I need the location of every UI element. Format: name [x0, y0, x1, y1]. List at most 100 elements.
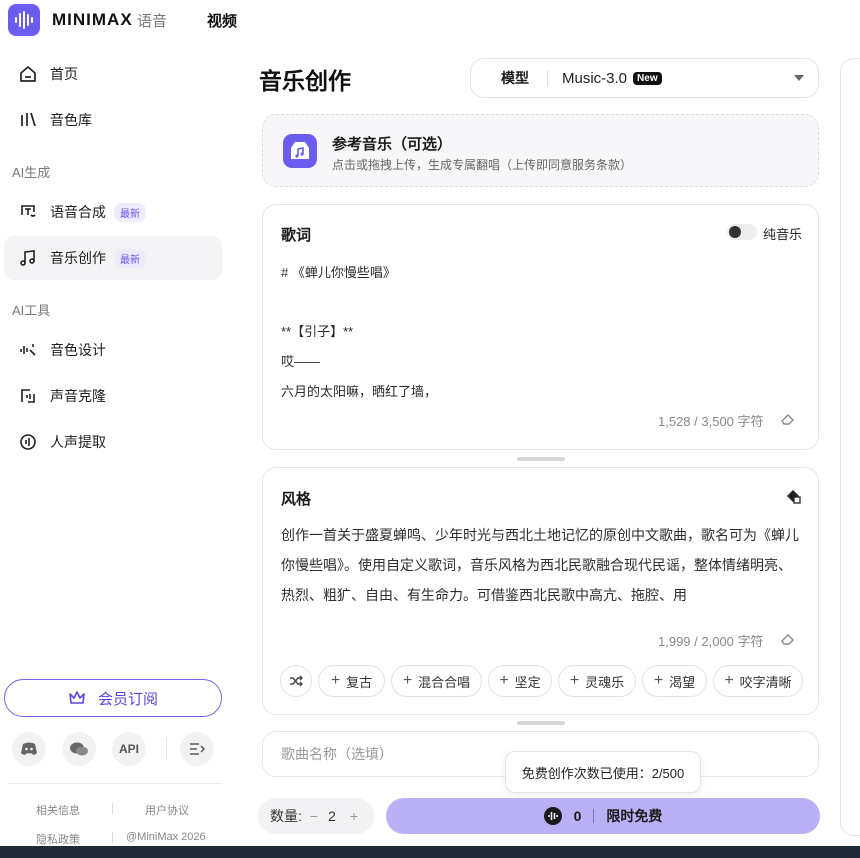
plus-icon: + [653, 672, 664, 689]
style-chip[interactable]: + 咬字清晰 [713, 665, 803, 697]
style-chip[interactable]: + 复古 [318, 665, 385, 697]
generate-label: 限时免费 [606, 808, 663, 824]
style-chip[interactable]: + 坚定 [488, 665, 552, 697]
chevron-down-icon [794, 75, 804, 81]
new-badge: New [633, 71, 662, 85]
voice-clone-icon [18, 386, 38, 406]
sidebar-item-home[interactable]: 首页 [4, 52, 222, 96]
style-chip[interactable]: + 灵魂乐 [558, 665, 636, 697]
divider [8, 783, 222, 784]
reference-music-upload[interactable]: 参考音乐（可选） 点击或拖拽上传，生成专属翻唱（上传即同意服务条款） [262, 114, 819, 187]
sidebar-item-voice-clone[interactable]: 声音克隆 [4, 374, 222, 418]
chip-label: 灵魂乐 [585, 674, 625, 690]
right-panel [840, 58, 860, 836]
sidebar-item-label: 首页 [50, 66, 78, 82]
brand-name: MINIMAX [52, 10, 133, 29]
lyric-line: **【引子】** [281, 324, 354, 339]
nav-speech[interactable]: 语音 [137, 10, 167, 31]
plus-icon: + [569, 672, 580, 689]
api-button[interactable]: API [112, 732, 146, 766]
page-title: 音乐创作 [259, 68, 351, 94]
privacy-policy-link[interactable]: 隐私政策 [36, 831, 80, 847]
style-chip[interactable]: + 渴望 [642, 665, 707, 697]
discord-icon[interactable] [12, 732, 46, 766]
sidebar-item-label: 音乐创作 [50, 250, 106, 266]
quantity-minus-button[interactable]: − [310, 808, 318, 824]
plus-icon: + [499, 672, 509, 689]
copyright: @MiniMax 2026 [126, 831, 206, 843]
voice-library-icon [18, 110, 38, 130]
wechat-icon[interactable] [62, 732, 96, 766]
credit-count: 0 [573, 808, 582, 824]
resize-handle[interactable] [517, 721, 565, 725]
divider [112, 832, 113, 843]
taskbar [0, 846, 860, 858]
sidebar-item-voice-library[interactable]: 音色库 [4, 98, 222, 142]
sidebar-item-label: 音色设计 [50, 342, 106, 358]
eraser-icon[interactable] [781, 412, 795, 430]
sidebar-item-speech-synthesis[interactable]: 语音合成 最新 [4, 190, 222, 234]
upload-subtitle: 点击或拖拽上传，生成专属翻唱（上传即同意服务条款） [332, 158, 633, 172]
plus-icon: + [724, 672, 734, 689]
nav-video[interactable]: 视频 [207, 10, 237, 31]
sidebar-item-label: 声音克隆 [50, 388, 106, 404]
quantity-label: 数量: [270, 808, 302, 824]
chip-label: 咬字清晰 [739, 674, 792, 690]
section-ai-tools: AI工具 [12, 303, 51, 318]
lyric-line: 六月的太阳嘛，晒红了墙， [281, 384, 438, 399]
home-icon [18, 64, 38, 84]
new-badge: 最新 [114, 202, 146, 222]
related-info-link[interactable]: 相关信息 [36, 802, 80, 818]
sidebar-item-label: 人声提取 [50, 434, 106, 450]
minimax-logo-icon[interactable] [8, 4, 40, 36]
style-title: 风格 [281, 491, 312, 508]
instrumental-label: 纯音乐 [763, 227, 803, 242]
lyric-line: # 《蝉儿你慢些唱》 [281, 265, 396, 280]
waveform-icon [543, 807, 562, 825]
lyric-line: 哎—— [281, 354, 321, 369]
model-select[interactable]: 模型 Music-3.0 New [470, 58, 819, 98]
vip-subscribe-button[interactable]: 会员订阅 [4, 679, 222, 717]
lyrics-char-counter: 1,528 / 3,500 字符 [658, 414, 764, 429]
chip-label: 坚定 [514, 674, 541, 690]
chip-label: 混合合唱 [418, 674, 471, 690]
eraser-icon[interactable] [781, 632, 795, 650]
vocal-extract-icon [18, 432, 38, 452]
crown-icon [68, 690, 86, 706]
divider [593, 809, 595, 823]
upload-title: 参考音乐（可选） [332, 136, 453, 153]
upload-music-icon [283, 134, 317, 168]
sidebar-item-voice-design[interactable]: 音色设计 [4, 328, 222, 372]
model-value: Music-3.0 [562, 69, 628, 87]
shuffle-icon[interactable] [280, 665, 312, 697]
chip-label: 复古 [346, 674, 373, 690]
divider [166, 738, 167, 760]
new-badge: 最新 [114, 248, 146, 268]
user-agreement-link[interactable]: 用户协议 [145, 802, 189, 818]
divider [547, 70, 548, 86]
sidebar-item-label: 音色库 [50, 112, 92, 128]
menu-collapse-icon[interactable] [180, 732, 214, 766]
chip-label: 渴望 [669, 674, 696, 690]
sidebar-item-vocal-extract[interactable]: 人声提取 [4, 420, 222, 464]
style-chip[interactable]: + 混合合唱 [391, 665, 482, 697]
divider [112, 803, 113, 814]
voice-design-icon [18, 340, 38, 360]
resize-handle[interactable] [517, 457, 565, 461]
style-description[interactable]: 创作一首关于盛夏蝉鸣、少年时光与西北土地记忆的原创中文歌曲，歌名可为《蝉儿你慢些… [281, 520, 801, 610]
style-char-counter: 1,999 / 2,000 字符 [658, 634, 764, 649]
plus-icon: + [330, 672, 341, 689]
generate-button[interactable]: 0 限时免费 [386, 798, 820, 834]
lyrics-title: 歌词 [281, 227, 312, 244]
style-tag-icon[interactable] [785, 488, 801, 509]
quantity-value: 2 [328, 808, 336, 824]
instrumental-toggle[interactable] [727, 224, 757, 240]
quantity-plus-button[interactable]: + [350, 808, 358, 824]
sidebar-item-music-creation[interactable]: 音乐创作 最新 [4, 236, 222, 280]
section-ai-gen: AI生成 [12, 165, 51, 180]
music-note-icon [18, 248, 38, 268]
quantity-stepper[interactable]: 数量: − 2 + [258, 798, 374, 834]
plus-icon: + [402, 672, 413, 689]
speech-synthesis-icon [18, 202, 38, 222]
model-label: 模型 [501, 70, 529, 86]
